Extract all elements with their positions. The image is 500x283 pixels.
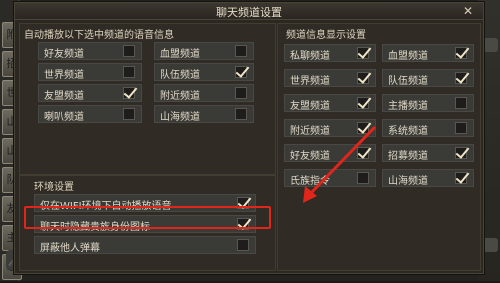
checkbox[interactable] <box>235 87 247 99</box>
checkbox[interactable] <box>357 147 369 159</box>
channel-label: 氏族指令 <box>290 176 330 187</box>
voice-channel-item[interactable]: 好友频道 <box>38 42 142 60</box>
checkbox[interactable] <box>455 122 467 134</box>
channel-label: 喇叭频道 <box>44 112 84 123</box>
setting-label: 屏蔽他人弹幕 <box>40 243 100 254</box>
display-channel-item[interactable]: 系统频道 <box>382 119 474 137</box>
checkbox[interactable] <box>123 66 135 78</box>
checkbox[interactable] <box>455 97 467 109</box>
checkbox[interactable] <box>123 45 135 57</box>
voice-channel-item[interactable]: 喇叭频道 <box>38 105 142 123</box>
display-channel-item[interactable]: 队伍频道 <box>382 69 474 87</box>
channel-label: 血盟频道 <box>160 49 200 60</box>
channel-label: 私聊频道 <box>290 51 330 62</box>
channel-label: 友盟频道 <box>290 101 330 112</box>
display-channel-item[interactable]: 山海频道 <box>382 169 474 187</box>
checkbox[interactable] <box>357 172 369 184</box>
voice-channel-item[interactable]: 山海频道 <box>154 105 254 123</box>
channel-label: 友盟频道 <box>44 91 84 102</box>
voice-channel-item[interactable]: 友盟频道 <box>38 84 142 102</box>
display-channel-item[interactable]: 血盟频道 <box>382 44 474 62</box>
section-title: 环境设置 <box>34 182 74 193</box>
channel-label: 队伍频道 <box>388 76 428 87</box>
checkbox[interactable] <box>235 45 247 57</box>
voice-channel-item[interactable]: 附近频道 <box>154 84 254 102</box>
display-channel-item[interactable]: 私聊频道 <box>284 44 376 62</box>
close-icon[interactable]: ✕ <box>462 5 474 17</box>
dialog-titlebar: 聊天频道设置 ✕ <box>15 3 483 20</box>
section-title: 自动播放以下选中频道的语音信息 <box>24 30 174 41</box>
checkbox[interactable] <box>357 47 369 59</box>
channel-label: 山海频道 <box>388 176 428 187</box>
channel-label: 招募频道 <box>388 151 428 162</box>
section-title: 频道信息显示设置 <box>286 30 366 41</box>
display-channel-item[interactable]: 友盟频道 <box>284 94 376 112</box>
channel-label: 山海频道 <box>160 112 200 123</box>
channel-label: 世界频道 <box>290 76 330 87</box>
checkbox[interactable] <box>357 97 369 109</box>
channel-label: 好友频道 <box>44 49 84 60</box>
display-channel-item[interactable]: 世界频道 <box>284 69 376 87</box>
voice-channel-item[interactable]: 队伍频道 <box>154 63 254 81</box>
channel-label: 系统频道 <box>388 126 428 137</box>
checkbox[interactable] <box>455 172 467 184</box>
display-channel-item[interactable]: 招募频道 <box>382 144 474 162</box>
checkbox[interactable] <box>455 47 467 59</box>
checkbox[interactable] <box>455 72 467 84</box>
checkbox[interactable] <box>123 108 135 120</box>
channel-display-panel: 频道信息显示设置 私聊频道 血盟频道 世界频道 队伍频道 友盟频道 主播频道 附… <box>277 23 481 271</box>
voice-channel-item[interactable]: 血盟频道 <box>154 42 254 60</box>
checkbox[interactable] <box>123 87 135 99</box>
env-setting-item[interactable]: 屏蔽他人弹幕 <box>34 236 256 254</box>
channel-label: 血盟频道 <box>388 51 428 62</box>
checkbox[interactable] <box>357 122 369 134</box>
display-channel-item[interactable]: 主播频道 <box>382 94 474 112</box>
display-channel-item[interactable]: 附近频道 <box>284 119 376 137</box>
checkbox[interactable] <box>235 66 247 78</box>
checkbox[interactable] <box>235 108 247 120</box>
channel-label: 世界频道 <box>44 70 84 81</box>
display-channel-item[interactable]: 好友频道 <box>284 144 376 162</box>
checkbox[interactable] <box>357 72 369 84</box>
channel-label: 队伍频道 <box>160 70 200 81</box>
voice-channel-item[interactable]: 世界频道 <box>38 63 142 81</box>
channel-label: 好友频道 <box>290 151 330 162</box>
channel-label: 附近频道 <box>290 126 330 137</box>
channel-label: 主播频道 <box>388 101 428 112</box>
channel-label: 附近频道 <box>160 91 200 102</box>
auto-play-voice-panel: 自动播放以下选中频道的语音信息 好友频道 血盟频道 世界频道 队伍频道 友盟频道… <box>19 23 276 175</box>
checkbox[interactable] <box>455 147 467 159</box>
checkbox[interactable] <box>237 239 249 251</box>
highlight-rectangle <box>24 206 271 229</box>
display-channel-item[interactable]: 氏族指令 <box>284 169 376 187</box>
dialog-title: 聊天频道设置 <box>216 6 282 19</box>
chat-channel-settings-dialog: 聊天频道设置 ✕ 自动播放以下选中频道的语音信息 好友频道 血盟频道 世界频道 … <box>14 2 484 274</box>
